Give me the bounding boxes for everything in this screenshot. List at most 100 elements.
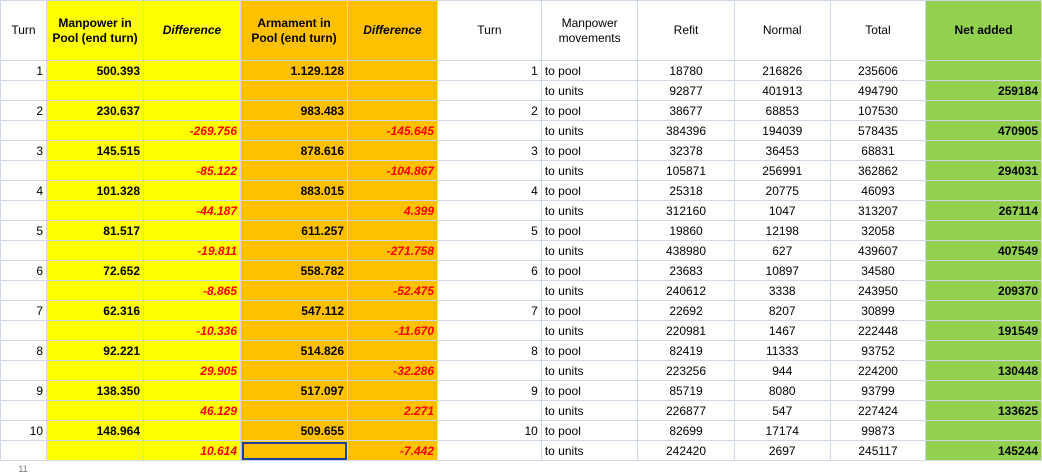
cell-total[interactable]: 235606 bbox=[829, 60, 927, 81]
cell-armament[interactable] bbox=[240, 360, 348, 381]
cell-movement[interactable]: to units bbox=[540, 80, 639, 101]
cell-refit[interactable]: 82699 bbox=[637, 420, 735, 441]
header-total[interactable]: Total bbox=[829, 0, 927, 61]
cell-net-added[interactable] bbox=[925, 100, 1042, 121]
cell-turn[interactable]: 10 bbox=[437, 420, 542, 441]
cell-armament[interactable]: 558.782 bbox=[240, 260, 348, 281]
cell-armament[interactable]: 509.655 bbox=[240, 420, 348, 441]
cell-turn[interactable]: 6 bbox=[0, 260, 47, 281]
cell-difference-armament[interactable]: -104.867 bbox=[347, 160, 438, 181]
cell-armament[interactable] bbox=[240, 320, 348, 341]
cell-refit[interactable]: 85719 bbox=[637, 380, 735, 401]
header-manpower[interactable]: Manpower in Pool (end turn) bbox=[46, 0, 144, 61]
cell-total[interactable]: 30899 bbox=[829, 300, 927, 321]
cell-refit[interactable]: 226877 bbox=[637, 400, 735, 421]
cell-movement[interactable]: to pool bbox=[540, 340, 639, 361]
cell-turn[interactable]: 9 bbox=[437, 380, 542, 401]
cell-movement[interactable]: to units bbox=[540, 200, 639, 221]
cell-normal[interactable]: 36453 bbox=[733, 140, 831, 161]
header-turn[interactable]: Turn bbox=[0, 0, 47, 61]
cell-difference-manpower[interactable]: -269.756 bbox=[143, 120, 241, 141]
cell-turn[interactable]: 8 bbox=[0, 340, 47, 361]
cell-normal[interactable]: 547 bbox=[733, 400, 831, 421]
cell-total[interactable]: 243950 bbox=[829, 280, 927, 301]
cell-difference-manpower[interactable]: -19.811 bbox=[143, 240, 241, 261]
cell-total[interactable]: 222448 bbox=[829, 320, 927, 341]
cell-movement[interactable]: to pool bbox=[540, 140, 639, 161]
cell-difference-manpower[interactable] bbox=[143, 140, 241, 161]
cell-net-added[interactable]: 267114 bbox=[925, 200, 1042, 221]
header-movements[interactable]: Manpower movements bbox=[540, 0, 639, 61]
cell-net-added[interactable] bbox=[925, 380, 1042, 401]
cell-difference-armament[interactable] bbox=[347, 260, 438, 281]
cell-total[interactable]: 245117 bbox=[829, 440, 927, 461]
cell-net-added[interactable] bbox=[925, 260, 1042, 281]
cell-turn[interactable] bbox=[437, 280, 542, 301]
cell-turn[interactable] bbox=[0, 240, 47, 261]
cell-total[interactable]: 362862 bbox=[829, 160, 927, 181]
cell-armament[interactable] bbox=[240, 160, 348, 181]
cell-normal[interactable]: 20775 bbox=[733, 180, 831, 201]
cell-difference-manpower[interactable] bbox=[143, 80, 241, 101]
cell-turn[interactable] bbox=[0, 200, 47, 221]
cell-net-added[interactable]: 130448 bbox=[925, 360, 1042, 381]
cell-normal[interactable]: 216826 bbox=[733, 60, 831, 81]
header-difference-armament[interactable]: Difference bbox=[347, 0, 438, 61]
cell-movement[interactable]: to pool bbox=[540, 60, 639, 81]
cell-refit[interactable]: 312160 bbox=[637, 200, 735, 221]
cell-difference-manpower[interactable] bbox=[143, 100, 241, 121]
cell-armament[interactable] bbox=[240, 240, 348, 261]
cell-refit[interactable]: 32378 bbox=[637, 140, 735, 161]
cell-manpower[interactable]: 92.221 bbox=[46, 340, 144, 361]
cell-manpower[interactable] bbox=[46, 120, 144, 141]
cell-normal[interactable]: 68853 bbox=[733, 100, 831, 121]
cell-normal[interactable]: 401913 bbox=[733, 80, 831, 101]
cell-turn[interactable]: 2 bbox=[0, 100, 47, 121]
cell-total[interactable]: 46093 bbox=[829, 180, 927, 201]
cell-armament[interactable] bbox=[240, 80, 348, 101]
cell-turn[interactable]: 10 bbox=[0, 420, 47, 441]
cell-difference-manpower[interactable]: -44.187 bbox=[143, 200, 241, 221]
cell-total[interactable]: 107530 bbox=[829, 100, 927, 121]
cell-net-added[interactable]: 259184 bbox=[925, 80, 1042, 101]
cell-normal[interactable]: 256991 bbox=[733, 160, 831, 181]
cell-refit[interactable]: 18780 bbox=[637, 60, 735, 81]
cell-movement[interactable]: to units bbox=[540, 280, 639, 301]
cell-normal[interactable]: 2697 bbox=[733, 440, 831, 461]
cell-armament[interactable]: 514.826 bbox=[240, 340, 348, 361]
cell-refit[interactable]: 23683 bbox=[637, 260, 735, 281]
cell-normal[interactable]: 1467 bbox=[733, 320, 831, 341]
cell-manpower[interactable]: 230.637 bbox=[46, 100, 144, 121]
cell-armament[interactable]: 1.129.128 bbox=[240, 60, 348, 81]
cell-movement[interactable]: to pool bbox=[540, 220, 639, 241]
cell-movement[interactable]: to pool bbox=[540, 420, 639, 441]
cell-manpower[interactable] bbox=[46, 240, 144, 261]
cell-difference-armament[interactable]: -271.758 bbox=[347, 240, 438, 261]
cell-difference-armament[interactable]: -145.645 bbox=[347, 120, 438, 141]
cell-net-added[interactable]: 145244 bbox=[925, 440, 1042, 461]
cell-turn[interactable]: 1 bbox=[437, 60, 542, 81]
cell-turn[interactable] bbox=[0, 80, 47, 101]
cell-turn[interactable] bbox=[437, 200, 542, 221]
cell-difference-armament[interactable] bbox=[347, 340, 438, 361]
cell-difference-armament[interactable] bbox=[347, 420, 438, 441]
cell-net-added[interactable] bbox=[925, 140, 1042, 161]
header-armament[interactable]: Armament in Pool (end turn) bbox=[240, 0, 348, 61]
cell-manpower[interactable] bbox=[46, 440, 144, 461]
cell-normal[interactable]: 8207 bbox=[733, 300, 831, 321]
cell-difference-armament[interactable]: -52.475 bbox=[347, 280, 438, 301]
cell-difference-armament[interactable] bbox=[347, 100, 438, 121]
cell-total[interactable]: 34580 bbox=[829, 260, 927, 281]
cell-total[interactable]: 93799 bbox=[829, 380, 927, 401]
cell-manpower[interactable] bbox=[46, 200, 144, 221]
cell-turn[interactable] bbox=[0, 320, 47, 341]
cell-turn[interactable] bbox=[437, 320, 542, 341]
cell-normal[interactable]: 944 bbox=[733, 360, 831, 381]
cell-difference-armament[interactable] bbox=[347, 60, 438, 81]
cell-net-added[interactable]: 470905 bbox=[925, 120, 1042, 141]
cell-turn[interactable] bbox=[437, 80, 542, 101]
cell-turn[interactable]: 4 bbox=[437, 180, 542, 201]
cell-turn[interactable] bbox=[437, 160, 542, 181]
cell-refit[interactable]: 384396 bbox=[637, 120, 735, 141]
cell-armament[interactable] bbox=[240, 280, 348, 301]
